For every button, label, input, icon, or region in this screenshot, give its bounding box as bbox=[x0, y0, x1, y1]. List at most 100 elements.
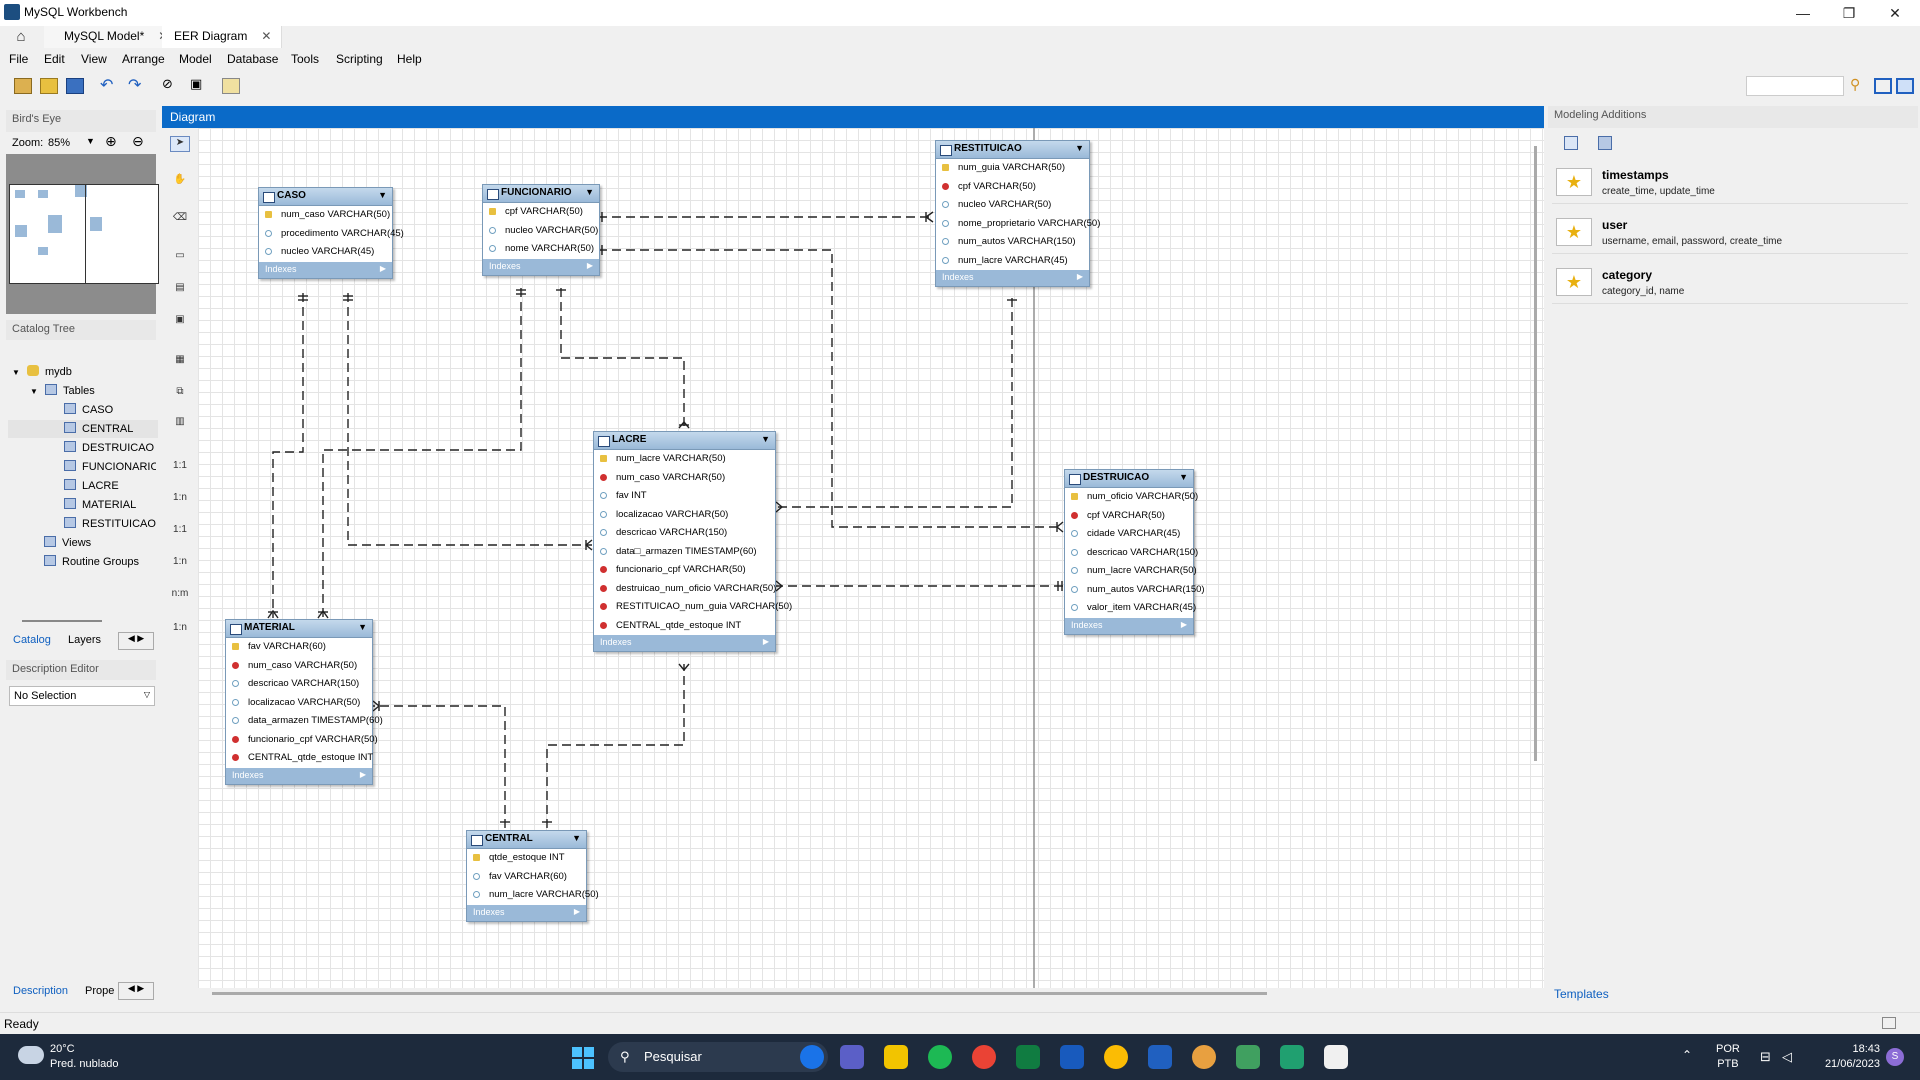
menu-edit[interactable]: Edit bbox=[44, 52, 65, 66]
avatar[interactable]: S bbox=[1886, 1048, 1904, 1066]
chrome-profile-icon[interactable] bbox=[1104, 1045, 1128, 1069]
chevron-up-icon[interactable]: ⌃ bbox=[1682, 1048, 1692, 1062]
column-row[interactable]: fav VARCHAR(60) bbox=[226, 638, 372, 657]
entity-header[interactable]: MATERIAL ▼ bbox=[226, 620, 372, 638]
chevron-down-icon[interactable]: ▼ bbox=[1179, 472, 1188, 482]
chevron-down-icon[interactable]: ▼ bbox=[358, 622, 367, 632]
entity-destruicao[interactable]: DESTRUICAO ▼ num_oficio VARCHAR(50) cpf V… bbox=[1064, 469, 1205, 635]
routine-tool-icon[interactable]: ▥ bbox=[170, 416, 190, 432]
redo-icon[interactable]: ↷ bbox=[128, 75, 146, 94]
table-tool-icon[interactable]: ▦ bbox=[170, 354, 190, 370]
menu-database[interactable]: Database bbox=[227, 52, 278, 66]
zoom-out-icon[interactable]: ⊖ bbox=[132, 133, 144, 150]
home-icon[interactable]: ⌂ bbox=[10, 28, 32, 46]
rel-1-1-identifying-icon[interactable]: 1:1 bbox=[170, 524, 190, 540]
column-row[interactable]: procedimento VARCHAR(45) bbox=[259, 225, 404, 244]
expand-arrow-icon[interactable]: ▶ bbox=[1181, 620, 1187, 629]
column-row[interactable]: cpf VARCHAR(50) bbox=[936, 178, 1089, 197]
indexes-section[interactable]: Indexes ▶ bbox=[483, 258, 599, 275]
secondary-sidebar-toggle-icon[interactable] bbox=[1896, 78, 1914, 94]
tree-db-mydb[interactable]: ▼ mydb bbox=[12, 365, 72, 378]
tree-tables[interactable]: ▼ Tables bbox=[30, 384, 95, 397]
column-row[interactable]: num_lacre VARCHAR(50) bbox=[467, 886, 599, 905]
column-row[interactable]: num_caso VARCHAR(50) bbox=[594, 469, 775, 488]
entity-header[interactable]: LACRE ▼ bbox=[594, 432, 775, 450]
entity-caso[interactable]: CASO ▼ num_caso VARCHAR(50) procedimento … bbox=[258, 187, 404, 279]
sheets-icon[interactable] bbox=[1016, 1045, 1040, 1069]
chevron-down-icon[interactable]: ▼ bbox=[378, 190, 387, 200]
zoom-select[interactable]: 85% bbox=[48, 137, 70, 149]
menu-view[interactable]: View bbox=[81, 52, 107, 66]
rel-n-m-icon[interactable]: n:m bbox=[170, 588, 190, 604]
tab-description[interactable]: Description bbox=[13, 985, 68, 997]
column-row[interactable]: CENTRAL_qtde_estoque INT bbox=[226, 749, 373, 768]
tree-views[interactable]: Views bbox=[44, 536, 91, 549]
column-row[interactable]: num_caso VARCHAR(50) bbox=[226, 657, 372, 676]
menu-arrange[interactable]: Arrange bbox=[122, 52, 165, 66]
horizontal-scrollbar[interactable] bbox=[212, 992, 1267, 995]
file-explorer-icon[interactable] bbox=[884, 1045, 908, 1069]
entity-funcionario[interactable]: FUNCIONARIO ▼ cpf VARCHAR(50) nucleo VARC… bbox=[482, 184, 600, 276]
weather-temperature[interactable]: 20°C bbox=[50, 1043, 75, 1055]
entity-header[interactable]: DESTRUICAO ▼ bbox=[1065, 470, 1193, 488]
column-row[interactable]: num_lacre VARCHAR(50) bbox=[594, 450, 775, 469]
text-tool-icon[interactable]: ▤ bbox=[170, 282, 190, 298]
entity-material[interactable]: MATERIAL ▼ fav VARCHAR(60) num_caso VARCH… bbox=[225, 619, 383, 785]
entity-restituicao[interactable]: RESTITUICAO ▼ num_guia VARCHAR(50) cpf VA… bbox=[935, 140, 1100, 287]
tree-table-caso[interactable]: CASO bbox=[64, 403, 113, 416]
column-row[interactable]: num_caso VARCHAR(50) bbox=[259, 206, 392, 225]
restore-button[interactable]: ❐ bbox=[1826, 0, 1872, 26]
chevron-down-icon[interactable]: ▼ bbox=[86, 136, 95, 146]
birds-eye-minimap[interactable] bbox=[6, 154, 159, 314]
workbench-dolphin-icon[interactable] bbox=[1280, 1045, 1304, 1069]
indexes-section[interactable]: Indexes ▶ bbox=[1065, 617, 1193, 634]
taskbar-search[interactable]: ⚲ Pesquisar bbox=[608, 1042, 828, 1072]
open-folder-icon[interactable] bbox=[40, 78, 58, 94]
sidebar-toggle-icon[interactable] bbox=[1874, 78, 1892, 94]
description-select[interactable]: No Selection ▽ bbox=[9, 686, 155, 706]
tree-table-restituicao[interactable]: RESTITUICAO bbox=[64, 517, 156, 530]
template-timestamps[interactable]: ★ timestamps create_time, update_time bbox=[1552, 160, 1908, 204]
expand-arrow-icon[interactable]: ▶ bbox=[574, 907, 580, 916]
output-panel-icon[interactable] bbox=[1882, 1017, 1896, 1029]
undo-icon[interactable]: ↶ bbox=[100, 75, 118, 94]
chevron-down-icon[interactable]: ▼ bbox=[585, 187, 594, 197]
document-icon[interactable] bbox=[1324, 1045, 1348, 1069]
tab-arrows[interactable]: ◀ ▶ bbox=[118, 632, 154, 650]
volume-icon[interactable]: ◁ bbox=[1782, 1049, 1792, 1065]
column-row[interactable]: funcionario_cpf VARCHAR(50) bbox=[594, 561, 775, 580]
column-row[interactable]: destruicao_num_oficio VARCHAR(50) bbox=[594, 580, 776, 599]
chrome-canary-icon[interactable] bbox=[1192, 1045, 1216, 1069]
menu-file[interactable]: File bbox=[9, 52, 28, 66]
copilot-icon[interactable] bbox=[800, 1045, 824, 1069]
entity-central[interactable]: CENTRAL ▼ qtde_estoque INT fav VARCHAR(60… bbox=[466, 830, 599, 922]
layer-tool-icon[interactable]: ▭ bbox=[170, 250, 190, 266]
align-grid-icon[interactable]: ▣ bbox=[190, 76, 208, 92]
expand-arrow-icon[interactable]: ▶ bbox=[587, 261, 593, 270]
network-icon[interactable]: ⊟ bbox=[1760, 1049, 1771, 1065]
column-row[interactable]: data_armazen TIMESTAMP(60) bbox=[226, 712, 383, 731]
expand-icon[interactable]: ▼ bbox=[30, 387, 38, 396]
expand-icon[interactable]: ▼ bbox=[12, 368, 20, 377]
tree-table-funcionario[interactable]: FUNCIONARIO bbox=[64, 460, 156, 473]
weather-description[interactable]: Pred. nublado bbox=[50, 1058, 119, 1070]
indexes-section[interactable]: Indexes ▶ bbox=[226, 767, 372, 784]
toggle-grid-icon[interactable]: ⊘ bbox=[162, 76, 180, 92]
clock[interactable]: 18:43 21/06/2023 bbox=[1810, 1042, 1880, 1072]
column-row[interactable]: cidade VARCHAR(45) bbox=[1065, 525, 1193, 544]
chrome-icon[interactable] bbox=[972, 1045, 996, 1069]
vertical-scrollbar[interactable] bbox=[1534, 146, 1537, 761]
teams-icon[interactable] bbox=[840, 1045, 864, 1069]
column-row[interactable]: CENTRAL_qtde_estoque INT bbox=[594, 617, 775, 636]
column-row[interactable]: fav INT bbox=[594, 487, 775, 506]
tab-layers[interactable]: Layers bbox=[68, 634, 101, 646]
zoom-in-icon[interactable]: ⊕ bbox=[105, 133, 117, 150]
find-icon[interactable]: ⚲ bbox=[1850, 76, 1868, 92]
column-row[interactable]: descricao VARCHAR(150) bbox=[594, 524, 775, 543]
column-row[interactable]: num_guia VARCHAR(50) bbox=[936, 159, 1089, 178]
tree-table-central[interactable]: CENTRAL bbox=[8, 420, 158, 438]
column-row[interactable]: RESTITUICAO_num_guia VARCHAR(50) bbox=[594, 598, 792, 617]
save-icon[interactable] bbox=[66, 78, 84, 94]
tab-properties[interactable]: Prope bbox=[85, 985, 114, 997]
column-row[interactable]: nucleo VARCHAR(50) bbox=[936, 196, 1089, 215]
